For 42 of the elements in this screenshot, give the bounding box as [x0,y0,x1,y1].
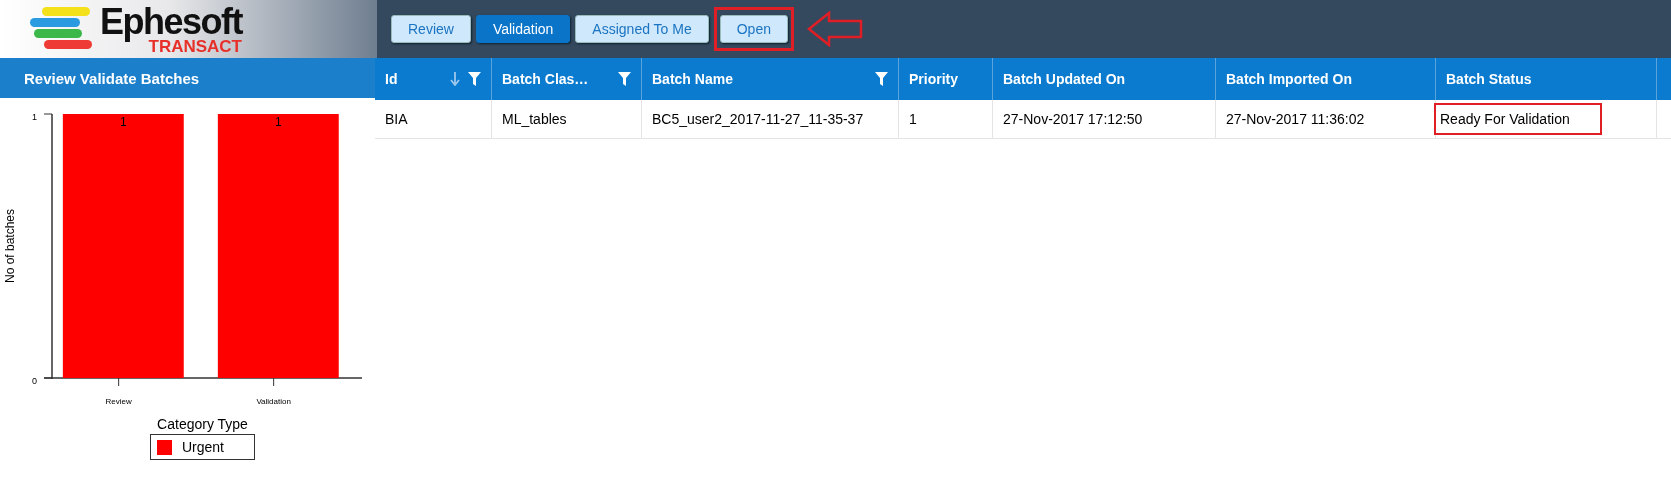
column-title: Batch Imported On [1226,71,1352,87]
column-title: Batch Updated On [1003,71,1126,87]
category-label: Validation [256,397,291,406]
legend-label: Urgent [182,439,224,455]
column-title: Batch Clas… [502,71,589,87]
column-header[interactable]: Priority [899,58,993,100]
tab-button[interactable]: Review [391,15,471,43]
table-cell: ML_tables [502,111,567,127]
column-title: Batch Name [652,71,733,87]
logo-product-name: TRANSACT [148,37,242,55]
tab-button[interactable]: Open [719,15,788,43]
filter-icon[interactable] [468,72,481,86]
column-header[interactable]: Batch Clas… [492,58,642,100]
column-header[interactable]: Batch Name [642,58,899,100]
bar-value-label: 1 [119,115,127,129]
left-arrow-icon [806,11,863,47]
axis-title: No of batches [3,209,17,283]
column-title: Id [385,71,398,87]
sort-arrow-icon[interactable] [450,72,460,86]
column-title: Priority [909,71,958,87]
column-title: Batch Status [1446,71,1532,87]
table-cell: 27-Nov-2017 11:36:02 [1226,111,1365,127]
filter-icon[interactable] [875,72,888,86]
filter-icon[interactable] [618,72,631,86]
column-header[interactable]: Batch Updated On [993,58,1216,100]
column-header[interactable]: Batch Status [1436,58,1657,100]
table-cell: 27-Nov-2017 17:12:50 [1003,111,1143,127]
tab-button[interactable]: Assigned To Me [575,15,709,43]
column-header[interactable]: Batch Imported On [1216,58,1436,100]
table-cell: BIA [385,111,408,127]
logo-wordmark: Ephesoft [100,3,242,40]
table-cell: Ready For Validation [1436,105,1600,133]
table-cell: 1 [909,111,917,127]
category-label: Review [105,397,132,406]
bar-value-label: 1 [274,115,282,129]
table-cell: BC5_user2_2017-11-27_11-35-37 [652,111,864,127]
legend-title: Category Type [157,416,248,432]
column-header[interactable]: Id [375,58,492,100]
tick-label: 1 [32,112,37,122]
tab-button[interactable]: Validation [475,15,571,43]
tick-label: 0 [32,376,37,386]
panel-title: Review Validate Batches [0,58,375,98]
